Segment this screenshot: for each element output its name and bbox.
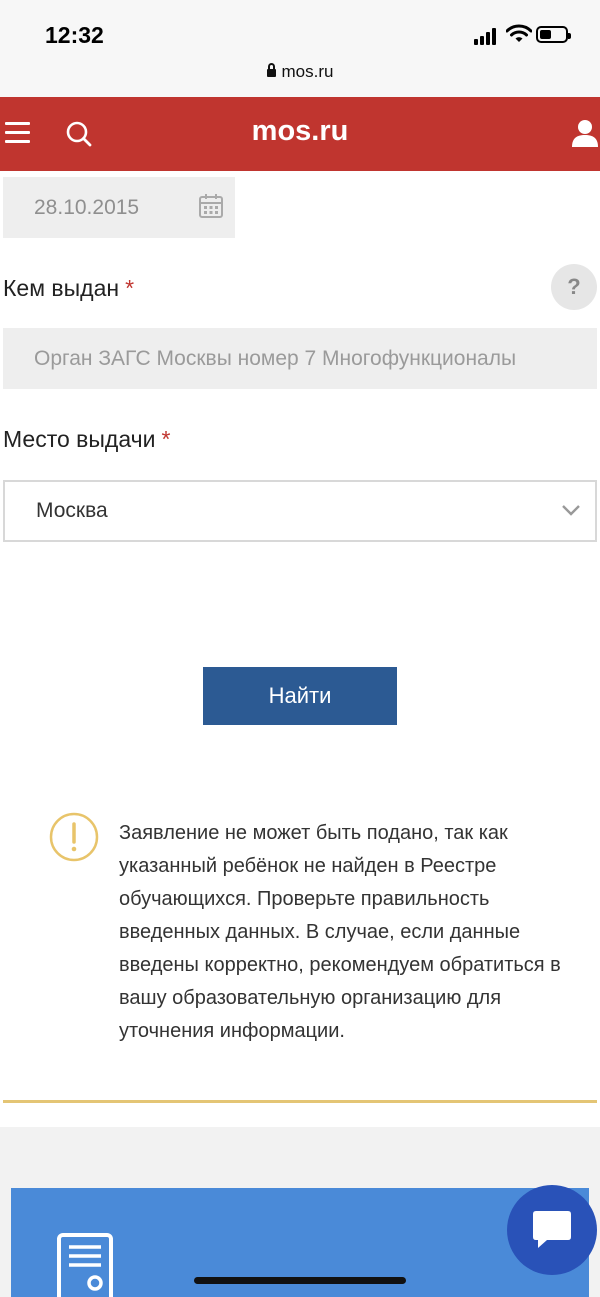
find-button[interactable]: Найти [203,667,397,725]
help-button[interactable]: ? [551,264,597,310]
place-of-issue-select[interactable]: Москва [3,480,597,542]
issue-date-value: 28.10.2015 [34,196,140,219]
calendar-icon[interactable] [198,193,224,219]
required-mark: * [125,275,135,301]
chat-button[interactable] [507,1185,597,1275]
battery-icon [536,26,571,43]
url-text: mos.ru [281,62,334,81]
address-bar[interactable]: mos.ru [0,62,600,82]
clock: 12:32 [45,22,104,48]
cellular-signal-icon [474,27,500,45]
issued-by-label: Кем выдан * [3,275,135,301]
wifi-icon [506,24,532,42]
place-of-issue-label: Место выдачи * [3,426,171,452]
status-bar: 12:32 mos.ru [0,0,600,97]
issue-date-field[interactable]: 28.10.2015 [3,177,235,238]
home-indicator[interactable] [194,1277,406,1284]
chevron-down-icon [562,505,580,516]
exclamation-icon [49,812,99,862]
warning-message: Заявление не может быть подано, так как … [119,822,561,1042]
required-mark: * [161,426,171,452]
site-header: mos.ru [0,97,600,171]
issued-by-value: Орган ЗАГС Москвы номер 7 Многофункциона… [34,347,517,370]
document-icon [57,1233,113,1297]
issued-by-field[interactable]: Орган ЗАГС Москвы номер 7 Многофункциона… [3,328,597,389]
search-icon[interactable] [66,121,92,147]
lock-icon [266,63,276,77]
chat-bubble-icon [533,1211,571,1248]
place-of-issue-value: Москва [36,499,108,522]
user-icon[interactable] [572,119,598,147]
divider [3,1100,597,1103]
hamburger-menu-icon[interactable] [5,122,30,144]
